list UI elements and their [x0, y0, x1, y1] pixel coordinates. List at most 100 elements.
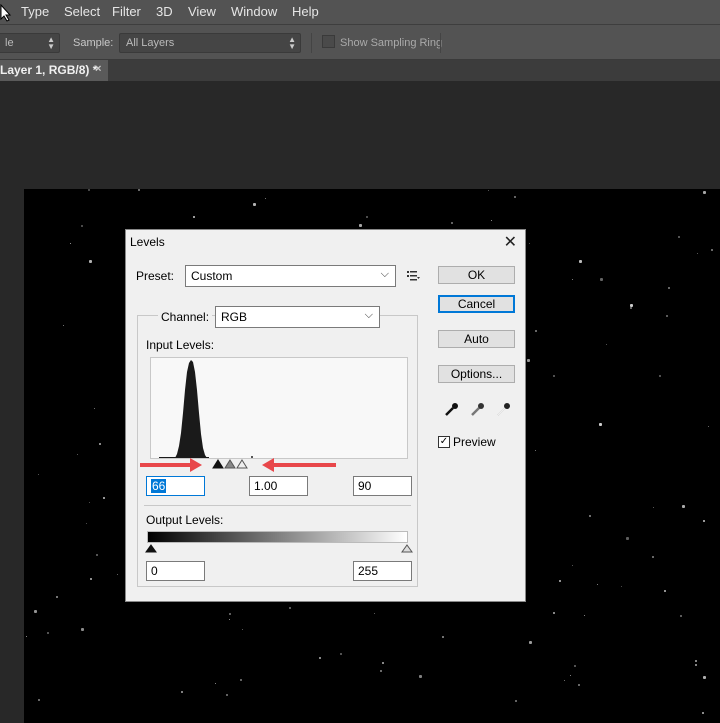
sample-size-select[interactable]: le ▲ ▼ [0, 33, 60, 53]
preset-options-icon[interactable] [407, 270, 420, 281]
menu-view[interactable]: View [188, 4, 216, 19]
star-speck [553, 375, 555, 377]
star-speck [630, 307, 632, 309]
star-speck [181, 691, 183, 693]
star-speck [47, 632, 49, 634]
star-speck [572, 565, 573, 566]
preview-label: Preview [453, 435, 496, 449]
levels-dialog: Levels ✕ Preset: Custom ⌵ Channel: RGB ⌵… [125, 229, 526, 602]
document-tab[interactable]: Layer 1, RGB/8) * × [0, 60, 108, 81]
star-speck [695, 664, 697, 666]
star-speck [570, 675, 571, 676]
menu-select[interactable]: Select [64, 4, 100, 19]
menu-filter[interactable]: Filter [112, 4, 141, 19]
star-speck [597, 584, 598, 585]
star-speck [63, 325, 64, 326]
close-icon[interactable]: ✕ [504, 232, 517, 252]
star-speck [81, 225, 83, 227]
spinner-icon: ▲ ▼ [47, 35, 55, 51]
star-speck [574, 665, 576, 667]
preset-value: Custom [191, 269, 233, 283]
ok-button[interactable]: OK [438, 266, 515, 284]
star-speck [88, 189, 90, 191]
star-speck [488, 190, 489, 191]
preset-label: Preset: [136, 269, 175, 283]
star-speck [38, 474, 39, 475]
sample-size-value: le [5, 37, 14, 49]
star-speck [668, 287, 670, 289]
star-speck [564, 680, 565, 681]
star-speck [527, 359, 530, 362]
input-gamma-field[interactable]: 1.00 [249, 476, 308, 496]
black-eyedropper-icon[interactable] [444, 401, 460, 417]
star-speck [340, 653, 342, 655]
chevron-down-icon: ⌵ [380, 268, 389, 280]
gray-eyedropper-icon[interactable] [470, 401, 486, 417]
input-black-field[interactable]: 66 [146, 476, 205, 496]
star-speck [419, 675, 422, 678]
star-speck [529, 641, 532, 644]
star-speck [680, 615, 682, 617]
star-speck [600, 278, 603, 281]
star-speck [56, 596, 58, 598]
preview-checkbox[interactable]: ✓ [438, 436, 450, 448]
star-speck [553, 612, 555, 614]
input-black-value: 66 [151, 479, 167, 493]
output-black-field[interactable]: 0 [146, 561, 205, 581]
star-speck [382, 662, 384, 664]
star-speck [578, 684, 580, 686]
star-speck [138, 189, 140, 191]
star-speck [89, 260, 92, 263]
star-speck [240, 679, 242, 681]
star-speck [442, 636, 444, 638]
star-speck [70, 243, 71, 244]
star-speck [34, 610, 37, 613]
auto-button[interactable]: Auto [438, 330, 515, 348]
star-speck [90, 578, 92, 580]
output-gradient [147, 531, 408, 543]
star-speck [529, 243, 530, 244]
white-eyedropper-icon[interactable] [496, 401, 512, 417]
document-tab-bar: Layer 1, RGB/8) * × [0, 60, 720, 81]
output-white-field[interactable]: 255 [353, 561, 412, 581]
star-speck [678, 236, 680, 238]
star-speck [359, 224, 362, 227]
output-levels-label: Output Levels: [146, 513, 224, 527]
star-speck [708, 426, 709, 427]
menu-window[interactable]: Window [231, 4, 277, 19]
menu-type[interactable]: Type [21, 4, 49, 19]
star-speck [682, 505, 685, 508]
star-speck [26, 636, 27, 637]
star-speck [664, 590, 666, 592]
cancel-button[interactable]: Cancel [438, 295, 515, 313]
star-speck [96, 554, 98, 556]
star-speck [319, 657, 321, 659]
star-speck [451, 222, 453, 224]
star-speck [242, 629, 243, 630]
star-speck [265, 198, 266, 199]
channel-label: Channel: [158, 310, 213, 324]
output-sliders[interactable] [145, 544, 415, 554]
star-speck [621, 586, 622, 587]
preset-select[interactable]: Custom ⌵ [185, 265, 396, 287]
star-speck [289, 607, 291, 609]
channel-select[interactable]: RGB ⌵ [215, 306, 380, 328]
star-speck [117, 574, 118, 575]
star-speck [703, 520, 705, 522]
show-sampling-ring-checkbox[interactable] [322, 35, 335, 48]
menu-3d[interactable]: 3D [156, 4, 173, 19]
input-white-field[interactable]: 90 [353, 476, 412, 496]
star-speck [491, 220, 492, 221]
star-speck [695, 660, 697, 662]
star-speck [703, 191, 706, 194]
star-speck [599, 423, 602, 426]
options-button[interactable]: Options... [438, 365, 515, 383]
star-speck [666, 315, 668, 317]
menu-help[interactable]: Help [292, 4, 319, 19]
dialog-title: Levels [130, 235, 165, 249]
star-speck [702, 712, 704, 714]
close-icon[interactable]: × [95, 63, 101, 75]
sample-select[interactable]: All Layers ▲ ▼ [119, 33, 301, 53]
star-speck [89, 502, 90, 503]
histogram [150, 357, 408, 459]
